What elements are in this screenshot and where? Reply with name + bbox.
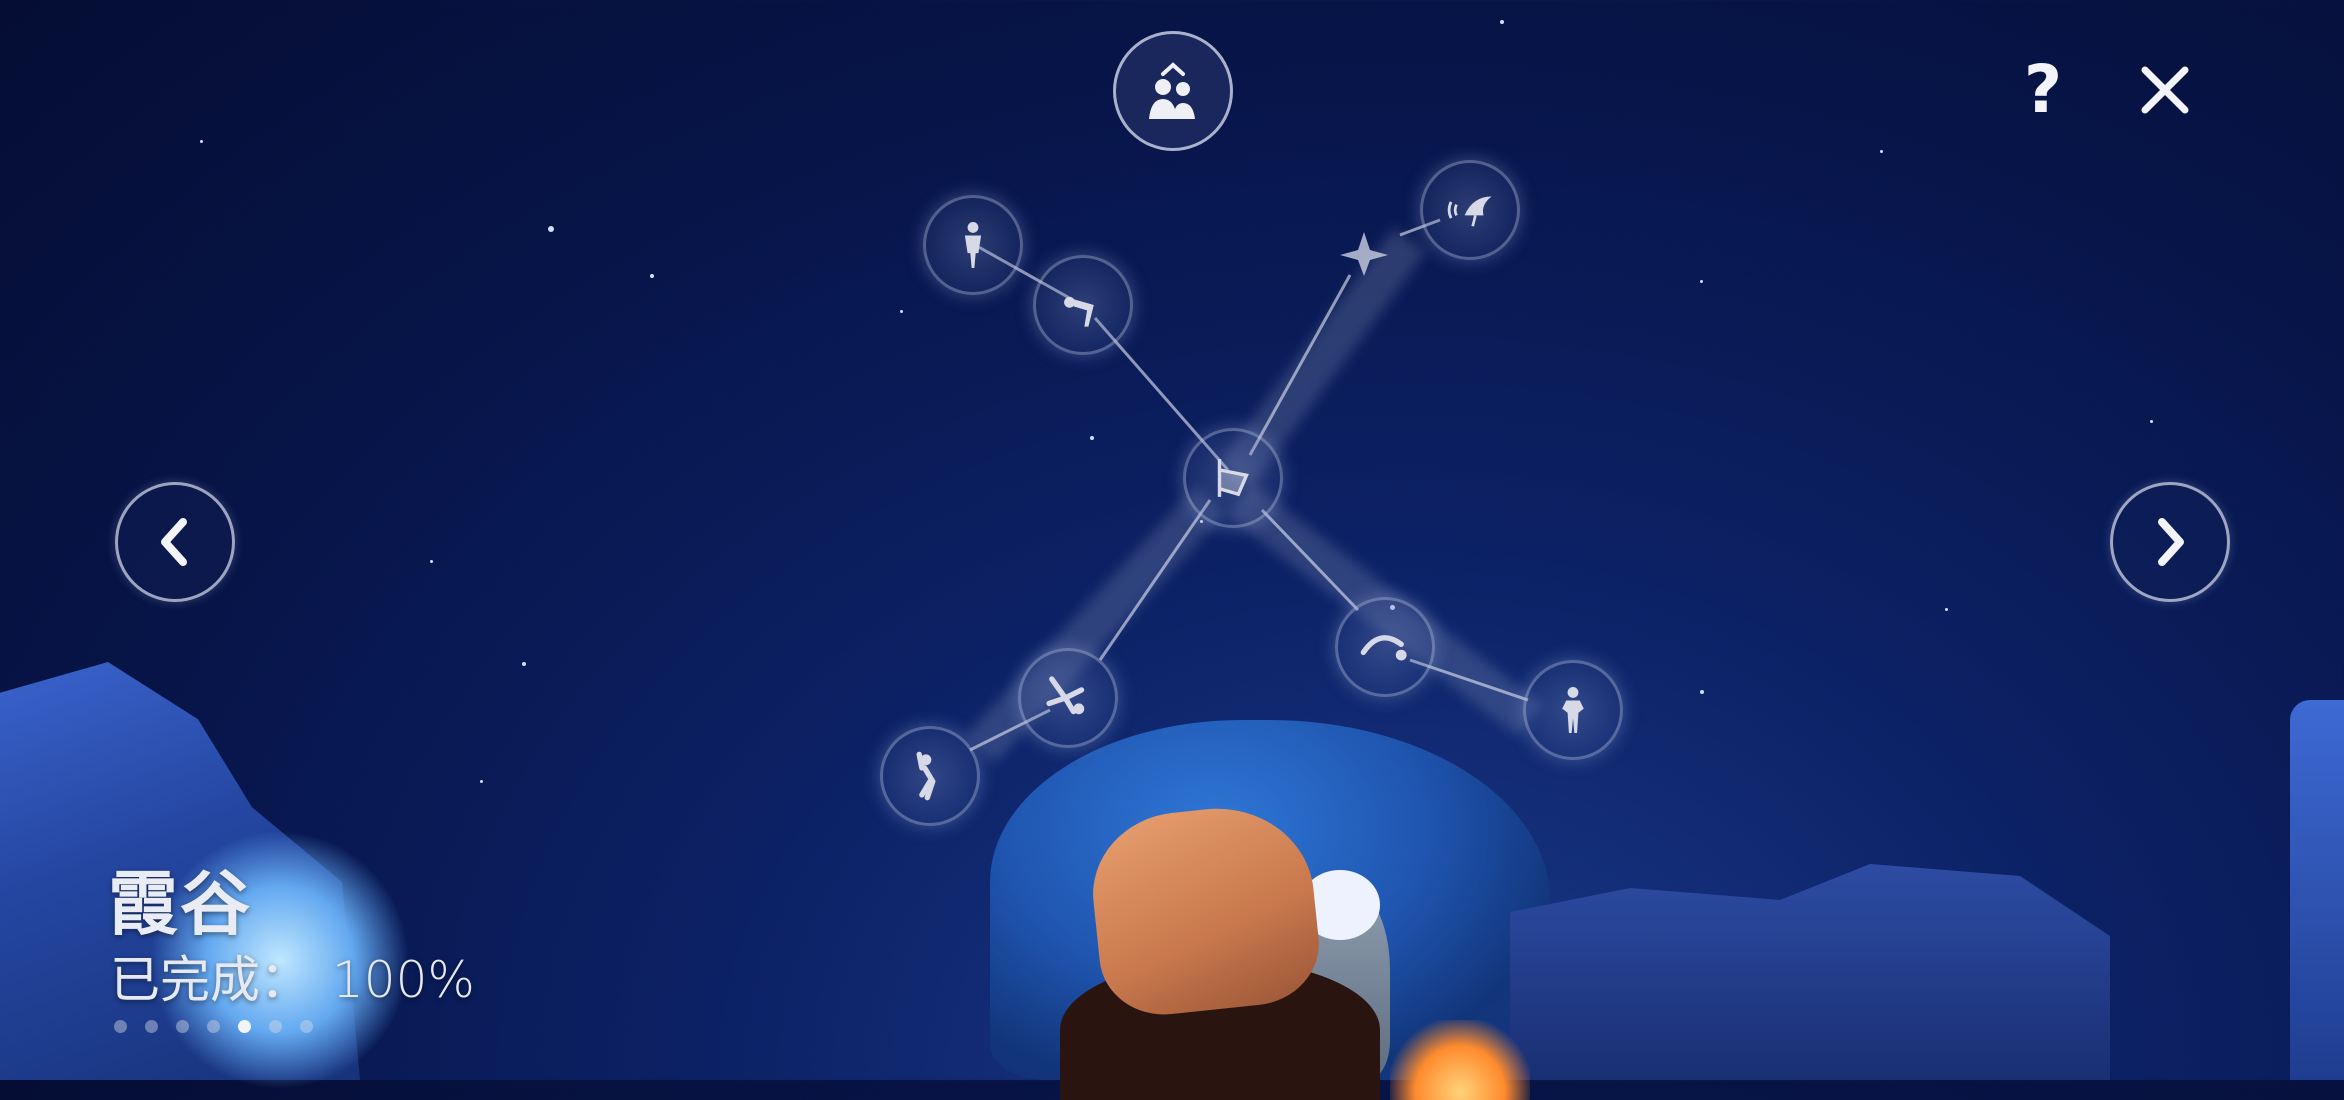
help-icon: ?: [2023, 51, 2063, 128]
stretch-emote-spirit[interactable]: [880, 726, 980, 826]
cartwheel-emote-spirit[interactable]: [1018, 648, 1118, 748]
constellation-lines: [965, 218, 1543, 764]
page-dot[interactable]: [114, 1020, 127, 1033]
chevron-up-icon: [1161, 62, 1185, 76]
page-dot-active[interactable]: [238, 1020, 251, 1033]
pose-emote-spirit[interactable]: [1523, 660, 1623, 760]
area-progress: 已完成： 100%: [110, 940, 475, 1012]
stand-pose-icon: [964, 222, 982, 268]
progress-label: 已完成：: [110, 951, 310, 1009]
stand-emote-spirit[interactable]: [923, 195, 1023, 295]
backflip-pose-icon: [1360, 635, 1407, 661]
help-button[interactable]: ?: [2015, 55, 2071, 125]
page-dot[interactable]: [300, 1020, 313, 1033]
chevron-right-icon: [2158, 518, 2184, 566]
chevron-left-icon: [161, 518, 187, 566]
page-dot[interactable]: [207, 1020, 220, 1033]
page-dot[interactable]: [145, 1020, 158, 1033]
call-bird-icon: [1447, 196, 1492, 227]
previous-area-button[interactable]: [115, 482, 235, 602]
progress-value: 100%: [332, 951, 475, 1009]
close-button[interactable]: [2135, 60, 2195, 120]
bow-emote-spirit[interactable]: [1033, 255, 1133, 355]
page-dot[interactable]: [176, 1020, 189, 1033]
next-area-button[interactable]: [2110, 482, 2230, 602]
call-emote-spirit[interactable]: [1420, 160, 1520, 260]
cartwheel-pose-icon: [1046, 676, 1085, 715]
hands-on-hips-pose-icon: [1562, 687, 1584, 733]
spirit-gate-icon: [1217, 459, 1249, 497]
page-dot[interactable]: [269, 1020, 282, 1033]
friends-constellation-button[interactable]: [1113, 31, 1233, 151]
spirit-gate[interactable]: [1183, 428, 1283, 528]
stretch-pose-icon: [916, 751, 936, 801]
close-icon: [2141, 66, 2189, 114]
area-pagination: [114, 1020, 313, 1033]
bow-pose-icon: [1064, 296, 1094, 327]
area-name: 霞谷: [108, 863, 252, 945]
backflip-emote-spirit[interactable]: [1335, 597, 1435, 697]
friends-icon: [1149, 79, 1195, 119]
